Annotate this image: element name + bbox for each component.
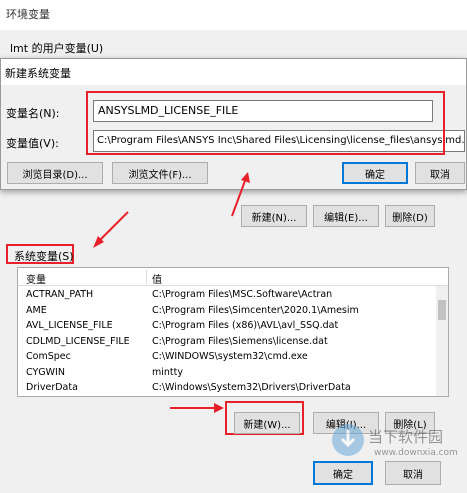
dialog-ok-button[interactable]: 确定 bbox=[342, 162, 408, 184]
table-header: 变量 值 bbox=[18, 268, 448, 286]
system-new-button[interactable]: 新建(W)... bbox=[234, 412, 300, 434]
column-header-variable[interactable]: 变量 bbox=[26, 271, 46, 286]
fields-highlight-box bbox=[86, 91, 445, 155]
table-row[interactable]: ComSpec C:\WINDOWS\system32\cmd.exe bbox=[18, 350, 436, 366]
row-variable: AVL_LICENSE_FILE bbox=[26, 320, 113, 331]
variable-name-label: 变量名(N): bbox=[6, 107, 60, 120]
scrollbar-thumb[interactable] bbox=[438, 300, 446, 320]
row-value: C:\Program Files\Siemens\license.dat bbox=[152, 335, 328, 347]
row-value: C:\Program Files\Simcenter\2020.1\Amesim bbox=[152, 304, 359, 316]
row-variable: ComSpec bbox=[26, 351, 71, 362]
dialog-titlebar: 新建系统变量 bbox=[1, 59, 466, 85]
browse-directory-button[interactable]: 浏览目录(D)... bbox=[7, 162, 103, 184]
table-row[interactable]: ACTRAN_PATH C:\Program Files\MSC.Softwar… bbox=[18, 288, 436, 304]
variable-value-label: 变量值(V): bbox=[6, 137, 59, 150]
table-row[interactable]: CDLMD_LICENSE_FILE C:\Program Files\Siem… bbox=[18, 335, 436, 351]
arrow-to-system-vars-icon bbox=[93, 211, 129, 248]
row-variable: CDLMD_LICENSE_FILE bbox=[26, 335, 130, 347]
watermark: 当下软件园 www.downxia.com bbox=[330, 420, 460, 490]
user-edit-button[interactable]: 编辑(E)... bbox=[313, 205, 379, 227]
column-header-value[interactable]: 值 bbox=[152, 271, 162, 286]
row-value: C:\Program Files\MSC.Software\Actran bbox=[152, 289, 333, 300]
arrow-to-dialog-icon bbox=[231, 172, 250, 217]
row-variable: DriverData bbox=[26, 382, 78, 393]
user-delete-button[interactable]: 删除(D) bbox=[385, 205, 435, 227]
row-variable: CYGWIN bbox=[26, 366, 65, 378]
row-value: C:\Program Files (x86)\AVL\avl_SSQ.dat bbox=[152, 320, 339, 331]
row-variable: ACTRAN_PATH bbox=[26, 289, 94, 300]
arrow-to-new-button-icon bbox=[170, 403, 224, 413]
row-value: C:\WINDOWS\system32\cmd.exe bbox=[152, 351, 308, 362]
dialog-cancel-button[interactable]: 取消 bbox=[415, 162, 465, 184]
download-logo-icon bbox=[332, 424, 364, 456]
row-variable: AME bbox=[26, 304, 47, 316]
watermark-url: www.downxia.com bbox=[374, 448, 458, 458]
table-row[interactable]: AVL_LICENSE_FILE C:\Program Files (x86)\… bbox=[18, 319, 436, 335]
browse-file-button[interactable]: 浏览文件(F)... bbox=[112, 162, 208, 184]
env-window-title: 环境变量 bbox=[6, 8, 50, 21]
table-row[interactable]: CYGWIN mintty bbox=[18, 366, 436, 382]
table-row[interactable]: AME C:\Program Files\Simcenter\2020.1\Am… bbox=[18, 304, 436, 320]
table-row[interactable]: DriverData C:\Windows\System32\Drivers\D… bbox=[18, 381, 436, 397]
dialog-title: 新建系统变量 bbox=[5, 67, 71, 80]
user-vars-label: lmt 的用户变量(U) bbox=[10, 42, 104, 55]
row-value: mintty bbox=[152, 366, 183, 378]
system-vars-table[interactable]: 变量 值 ACTRAN_PATH C:\Program Files\MSC.So… bbox=[17, 267, 449, 397]
env-window-titlebar: 环境变量 bbox=[0, 0, 467, 30]
system-vars-label: 系统变量(S) bbox=[14, 250, 74, 263]
watermark-title: 当下软件园 bbox=[368, 428, 444, 446]
column-divider bbox=[146, 270, 147, 284]
row-value: C:\Windows\System32\Drivers\DriverData bbox=[152, 382, 351, 393]
